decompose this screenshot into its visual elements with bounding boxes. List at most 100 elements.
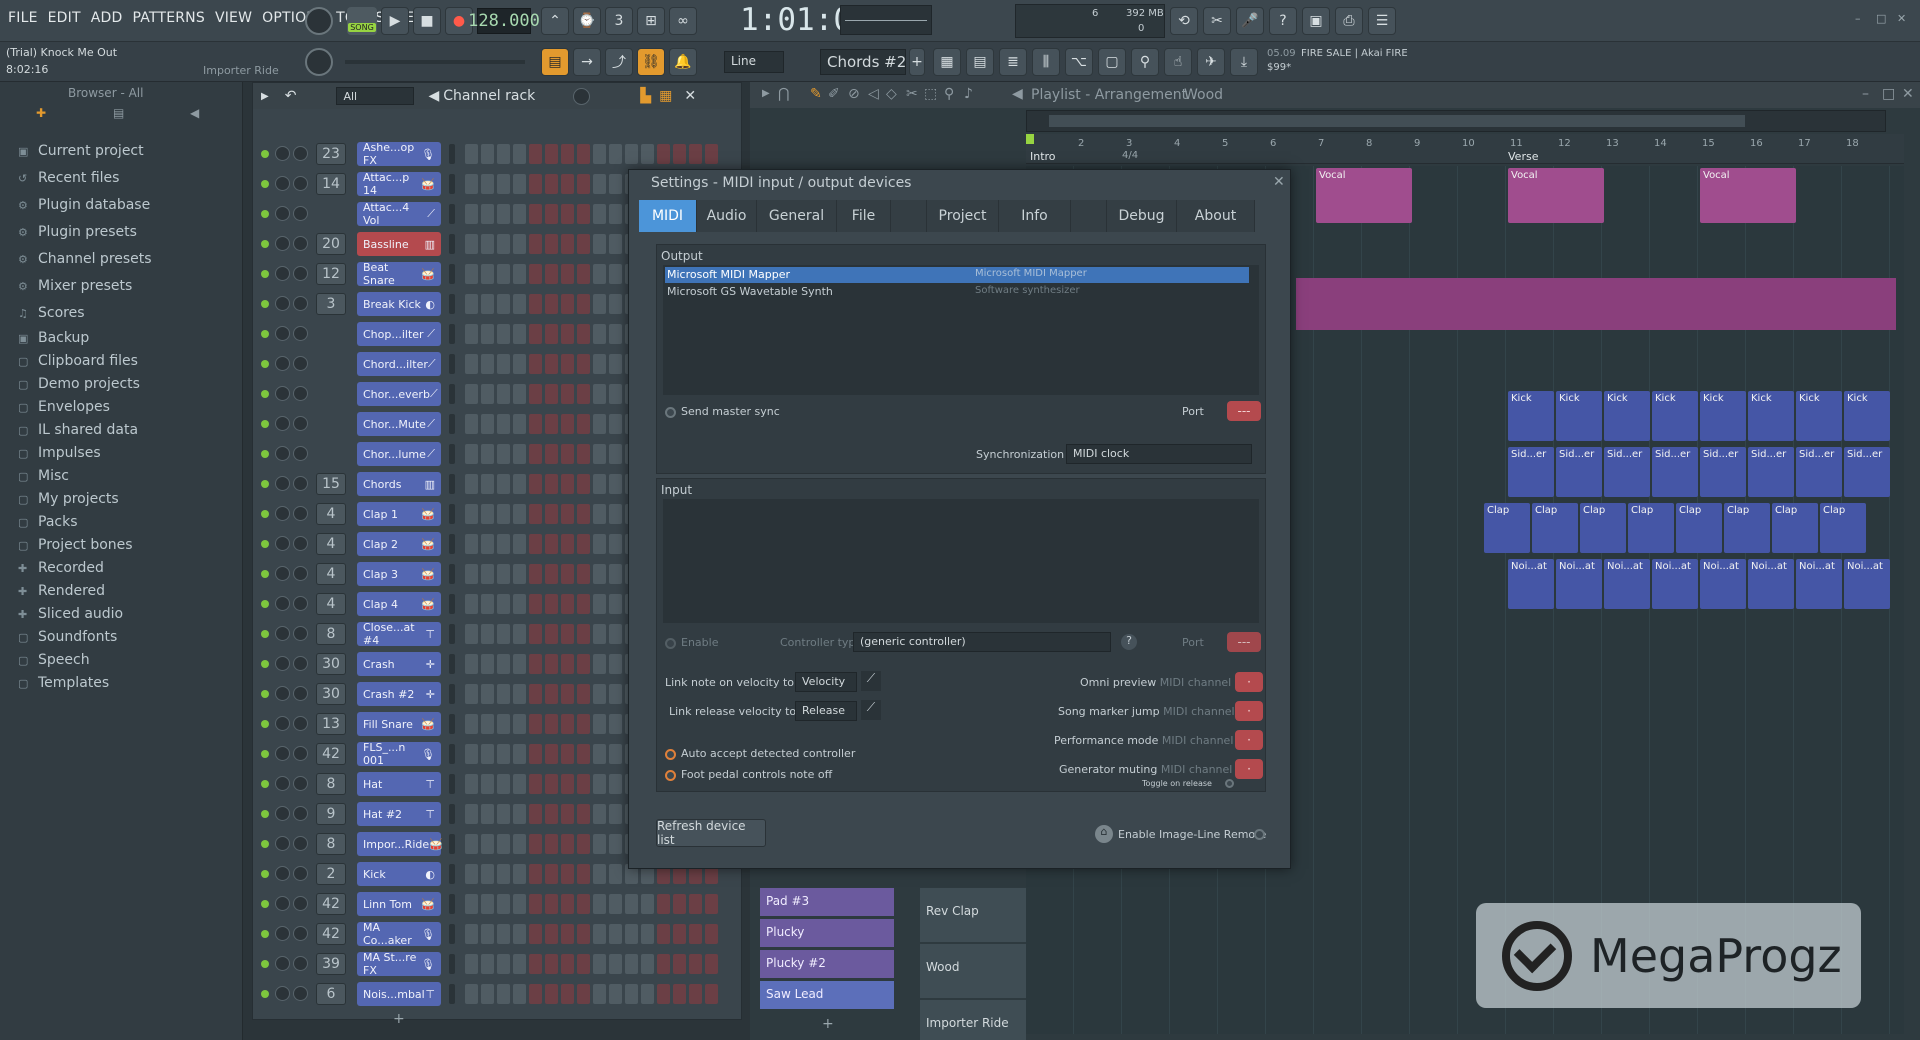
pattern-item[interactable]: Plucky	[760, 919, 894, 947]
step-button[interactable]	[465, 534, 478, 554]
step-button[interactable]	[609, 294, 622, 314]
step-button[interactable]	[561, 684, 574, 704]
channel-pan-knob[interactable]	[275, 956, 290, 971]
step-button[interactable]	[609, 354, 622, 374]
channel-volume-knob[interactable]	[293, 356, 308, 371]
step-button[interactable]	[577, 294, 590, 314]
news-panel[interactable]: 05.09 FIRE SALE | Akai FIRE $99*	[1265, 47, 1425, 77]
mixer-track-number[interactable]: 42	[316, 743, 346, 765]
sidechain-clip[interactable]: Sid...er	[1556, 447, 1602, 497]
step-button[interactable]	[625, 894, 638, 914]
step-button[interactable]	[497, 354, 510, 374]
channel-pan-knob[interactable]	[275, 536, 290, 551]
step-button[interactable]	[577, 924, 590, 944]
step-button[interactable]	[577, 834, 590, 854]
refresh-device-list-button[interactable]: Refresh device list	[656, 819, 766, 847]
channel-pan-knob[interactable]	[275, 446, 290, 461]
step-button[interactable]	[577, 174, 590, 194]
browser-item[interactable]: ▢ Templates	[18, 675, 109, 691]
channel-button[interactable]: Crash #2 ✛	[357, 682, 441, 706]
channel-pan-knob[interactable]	[275, 596, 290, 611]
channel-button[interactable]: Chord...ilter ⟋	[357, 352, 441, 376]
step-button[interactable]	[513, 474, 526, 494]
step-button[interactable]	[545, 744, 558, 764]
step-button[interactable]	[497, 774, 510, 794]
noise-clip[interactable]: Noi...at	[1556, 559, 1602, 609]
step-button[interactable]	[497, 624, 510, 644]
step-button[interactable]	[529, 474, 542, 494]
step-button[interactable]	[609, 984, 622, 1004]
step-button[interactable]	[641, 894, 654, 914]
step-button[interactable]	[609, 834, 622, 854]
channel-pan-knob[interactable]	[275, 176, 290, 191]
channel-enabled-led[interactable]	[261, 330, 269, 338]
browser-item[interactable]: ▢ Envelopes	[18, 399, 110, 415]
controller-type-select[interactable]: (generic controller)	[853, 632, 1111, 652]
step-button[interactable]	[481, 534, 494, 554]
step-button[interactable]	[705, 894, 718, 914]
channel-volume-knob[interactable]	[293, 596, 308, 611]
browser-item[interactable]: ▢ Misc	[18, 468, 69, 484]
step-button[interactable]	[513, 564, 526, 584]
channel-enabled-led[interactable]	[261, 270, 269, 278]
step-button[interactable]	[497, 834, 510, 854]
rack-play-icon[interactable]: ▶	[261, 91, 269, 102]
browser-item[interactable]: ⚙ Plugin database	[18, 197, 150, 213]
step-button[interactable]	[529, 654, 542, 674]
browser-item[interactable]: ⚙ Mixer presets	[18, 278, 132, 294]
input-port-select[interactable]: ---	[1227, 632, 1261, 652]
rack-filter-select[interactable]: All	[336, 87, 415, 105]
step-button[interactable]	[673, 984, 686, 1004]
mixer-track-number[interactable]: 23	[316, 143, 346, 165]
step-button[interactable]	[513, 924, 526, 944]
step-button[interactable]	[529, 564, 542, 584]
step-button[interactable]	[465, 504, 478, 524]
channel-pan-knob[interactable]	[275, 926, 290, 941]
kick-clip[interactable]: Kick	[1700, 391, 1746, 441]
channel-pan-knob[interactable]	[275, 146, 290, 161]
step-button[interactable]	[609, 804, 622, 824]
mixer-track-number[interactable]	[316, 353, 346, 375]
step-button[interactable]	[593, 144, 606, 164]
step-button[interactable]	[641, 984, 654, 1004]
vocal-clip[interactable]: Vocal	[1700, 168, 1796, 223]
main-pitch-knob[interactable]	[305, 48, 333, 76]
step-button[interactable]	[513, 174, 526, 194]
step-button[interactable]	[529, 744, 542, 764]
mixer-track-number[interactable]: 3	[316, 293, 346, 315]
kick-clip[interactable]: Kick	[1796, 391, 1842, 441]
step-button[interactable]	[465, 924, 478, 944]
channel-volume-knob[interactable]	[293, 716, 308, 731]
sidechain-clip[interactable]: Sid...er	[1796, 447, 1842, 497]
step-button[interactable]	[545, 384, 558, 404]
pattern-item[interactable]: Pad #3	[760, 888, 894, 916]
step-button[interactable]	[561, 204, 574, 224]
song-mode-toggle[interactable]: SONG	[347, 7, 377, 35]
mixer-track-number[interactable]: 20	[316, 233, 346, 255]
channel-pan-knob[interactable]	[275, 776, 290, 791]
step-button[interactable]	[609, 234, 622, 254]
track-header[interactable]: Wood	[920, 944, 1026, 998]
step-button[interactable]	[657, 924, 670, 944]
mixer-track-number[interactable]: 15	[316, 473, 346, 495]
channel-enabled-led[interactable]	[261, 870, 269, 878]
master-volume-knob[interactable]	[305, 7, 333, 35]
step-button[interactable]	[561, 984, 574, 1004]
channel-enabled-led[interactable]	[261, 570, 269, 578]
step-button[interactable]	[465, 624, 478, 644]
step-button[interactable]	[545, 804, 558, 824]
step-button[interactable]	[577, 894, 590, 914]
channel-button[interactable]: MA Co...aker 🎙	[357, 921, 441, 947]
channel-pan-knob[interactable]	[275, 236, 290, 251]
paint-tool-icon[interactable]: ✐	[828, 86, 840, 102]
step-button[interactable]	[673, 954, 686, 974]
step-button[interactable]	[513, 954, 526, 974]
step-button[interactable]	[545, 834, 558, 854]
step-button[interactable]	[481, 924, 494, 944]
step-button[interactable]	[481, 684, 494, 704]
channel-enabled-led[interactable]	[261, 780, 269, 788]
browser-item[interactable]: ▢ Soundfonts	[18, 629, 117, 645]
channel-volume-knob[interactable]	[293, 566, 308, 581]
step-button[interactable]	[465, 384, 478, 404]
step-button[interactable]	[497, 954, 510, 974]
